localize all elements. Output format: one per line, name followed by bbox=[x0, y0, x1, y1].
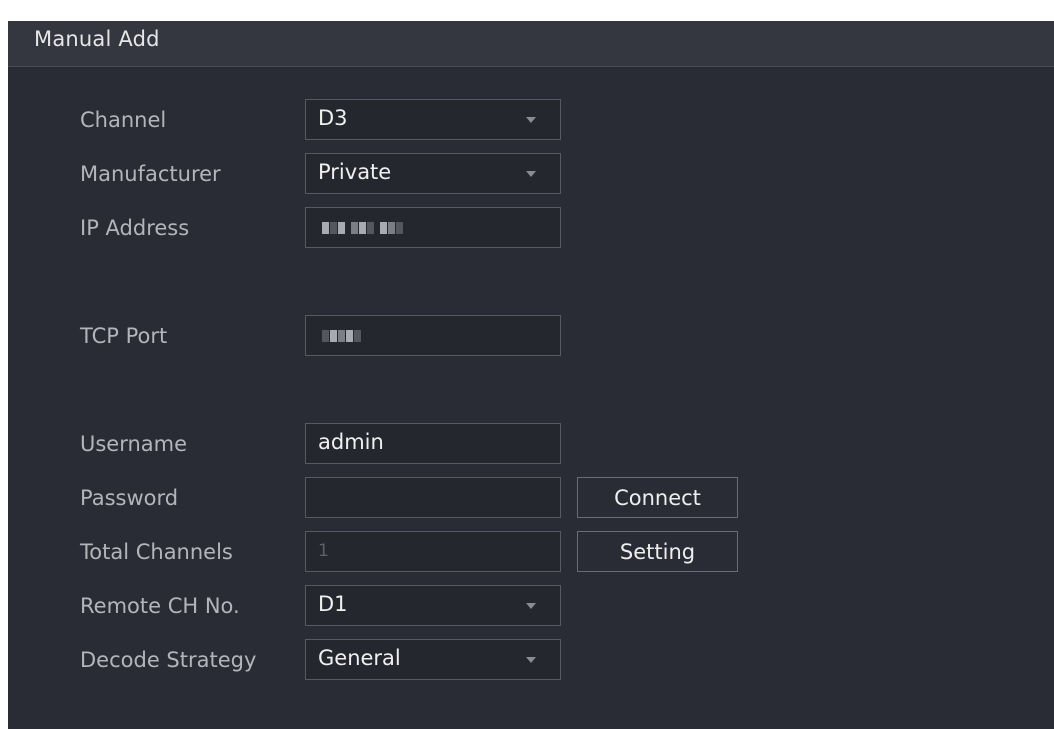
ip-address-label: IP Address bbox=[80, 216, 190, 240]
total-channels-field: 1 bbox=[305, 531, 561, 572]
redacted-port-value bbox=[322, 330, 361, 342]
chevron-down-icon bbox=[526, 171, 536, 177]
remote-ch-no-label: Remote CH No. bbox=[80, 594, 240, 618]
redacted-ip-value bbox=[322, 222, 403, 234]
chevron-down-icon bbox=[526, 603, 536, 609]
username-label: Username bbox=[80, 432, 188, 456]
channel-select[interactable]: D3 bbox=[305, 99, 561, 140]
decode-strategy-select[interactable]: General bbox=[305, 639, 561, 680]
manual-add-dialog: Manual Add Channel D3 Manufacturer Priva… bbox=[8, 21, 1054, 729]
dialog-titlebar: Manual Add bbox=[8, 21, 1054, 67]
remote-ch-no-value: D1 bbox=[318, 592, 348, 616]
decode-strategy-value: General bbox=[318, 646, 401, 670]
channel-label: Channel bbox=[80, 108, 167, 132]
chevron-down-icon bbox=[526, 117, 536, 123]
manufacturer-select[interactable]: Private bbox=[305, 153, 561, 194]
setting-button[interactable]: Setting bbox=[577, 531, 738, 572]
password-field[interactable] bbox=[305, 477, 561, 518]
decode-strategy-label: Decode Strategy bbox=[80, 648, 257, 672]
dialog-title: Manual Add bbox=[34, 27, 160, 51]
total-channels-value: 1 bbox=[318, 541, 329, 561]
chevron-down-icon bbox=[526, 657, 536, 663]
tcp-port-field[interactable] bbox=[305, 315, 561, 356]
connect-button[interactable]: Connect bbox=[577, 477, 738, 518]
password-label: Password bbox=[80, 486, 179, 510]
remote-ch-no-select[interactable]: D1 bbox=[305, 585, 561, 626]
channel-value: D3 bbox=[318, 106, 348, 130]
username-field[interactable]: admin bbox=[305, 423, 561, 464]
total-channels-label: Total Channels bbox=[80, 540, 233, 564]
ip-address-field[interactable] bbox=[305, 207, 561, 248]
manufacturer-label: Manufacturer bbox=[80, 162, 221, 186]
manufacturer-value: Private bbox=[318, 160, 392, 184]
username-value: admin bbox=[318, 430, 384, 454]
tcp-port-label: TCP Port bbox=[80, 324, 168, 348]
